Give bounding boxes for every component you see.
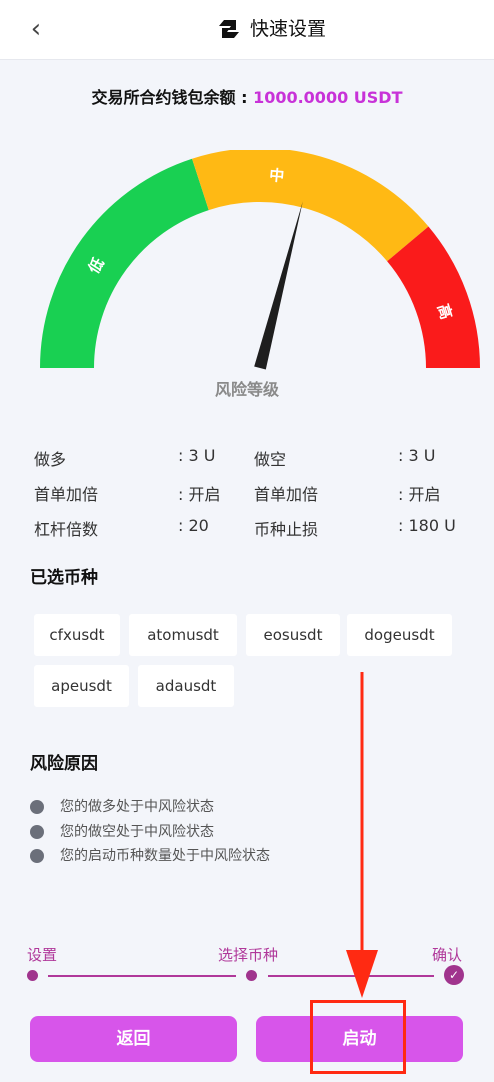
gauge-arc-mid bbox=[192, 150, 429, 262]
balance-label: 交易所合约钱包余额 : bbox=[91, 88, 248, 107]
param-value: : 3 U bbox=[178, 446, 216, 465]
gauge-label-mid: 中 bbox=[269, 166, 286, 185]
gauge-arc-low bbox=[40, 158, 210, 369]
top-bar: ‹ 快速设置 bbox=[0, 0, 494, 60]
step-progress: 设置 选择币种 确认 bbox=[0, 940, 494, 1000]
param-value: : 180 U bbox=[398, 516, 456, 535]
annotation-arrow-icon bbox=[346, 672, 378, 998]
param-key: 币种止损 bbox=[254, 520, 319, 539]
annotation-highlight-box bbox=[310, 1000, 406, 1074]
param-value: : 开启 bbox=[398, 485, 441, 504]
wallet-balance: 交易所合约钱包余额 : 1000.0000 USDT bbox=[0, 84, 494, 108]
list-item: 您的启动币种数量处于中风险状态 bbox=[30, 845, 470, 870]
step-dot-setup bbox=[27, 970, 38, 981]
reasons-section-title: 风险原因 bbox=[30, 754, 98, 774]
coin-chip[interactable]: eosusdt bbox=[246, 614, 340, 656]
coin-chip[interactable]: adausdt bbox=[138, 665, 234, 707]
reason-text: 您的做多处于中风险状态 bbox=[60, 799, 214, 815]
param-value: : 开启 bbox=[178, 485, 221, 504]
check-icon: ✓ bbox=[444, 965, 464, 985]
risk-reason-list: 您的做多处于中风险状态 您的做空处于中风险状态 您的启动币种数量处于中风险状态 bbox=[30, 796, 470, 870]
params-grid: 做多 : 3 U 做空 : 3 U 首单加倍 : 开启 首单加倍 : 开启 杠杆… bbox=[34, 446, 464, 551]
risk-gauge: 低 中 高 bbox=[40, 150, 480, 370]
param-key: 首单加倍 bbox=[34, 485, 99, 504]
coins-section-title: 已选币种 bbox=[30, 568, 98, 588]
coin-chip[interactable]: dogeusdt bbox=[347, 614, 452, 656]
param-key: 做多 bbox=[34, 450, 67, 469]
list-item: 您的做空处于中风险状态 bbox=[30, 821, 470, 846]
list-item: 您的做多处于中风险状态 bbox=[30, 796, 470, 821]
reason-text: 您的启动币种数量处于中风险状态 bbox=[60, 848, 270, 864]
bullet-icon bbox=[30, 800, 44, 814]
step-connector bbox=[48, 975, 236, 977]
step-label-select-coins: 选择币种 bbox=[218, 946, 279, 964]
param-row: 做多 : 3 U 做空 : 3 U bbox=[34, 446, 464, 481]
param-key: 首单加倍 bbox=[254, 485, 319, 504]
step-dot-select-coins bbox=[246, 970, 257, 981]
param-key: 杠杆倍数 bbox=[34, 520, 99, 539]
coin-chip[interactable]: cfxusdt bbox=[34, 614, 120, 656]
coin-chip[interactable]: apeusdt bbox=[34, 665, 129, 707]
param-value: : 3 U bbox=[398, 446, 436, 465]
param-row: 首单加倍 : 开启 首单加倍 : 开启 bbox=[34, 481, 464, 516]
app-logo-icon bbox=[219, 20, 239, 38]
step-label-setup: 设置 bbox=[27, 946, 58, 964]
bullet-icon bbox=[30, 824, 44, 839]
page-title: 快速设置 bbox=[250, 18, 327, 40]
param-key: 做空 bbox=[254, 450, 287, 469]
back-button[interactable]: 返回 bbox=[30, 1016, 237, 1062]
param-row: 杠杆倍数 : 20 币种止损 : 180 U bbox=[34, 516, 464, 551]
gauge-caption: 风险等级 bbox=[214, 380, 279, 399]
bullet-icon bbox=[30, 849, 44, 863]
param-value: : 20 bbox=[178, 516, 209, 535]
balance-value: 1000.0000 USDT bbox=[253, 88, 403, 107]
gauge-needle bbox=[254, 201, 303, 370]
chevron-left-icon[interactable]: ‹ bbox=[22, 14, 50, 44]
step-label-confirm: 确认 bbox=[432, 946, 463, 964]
coin-chip[interactable]: atomusdt bbox=[129, 614, 237, 656]
reason-text: 您的做空处于中风险状态 bbox=[60, 823, 214, 840]
